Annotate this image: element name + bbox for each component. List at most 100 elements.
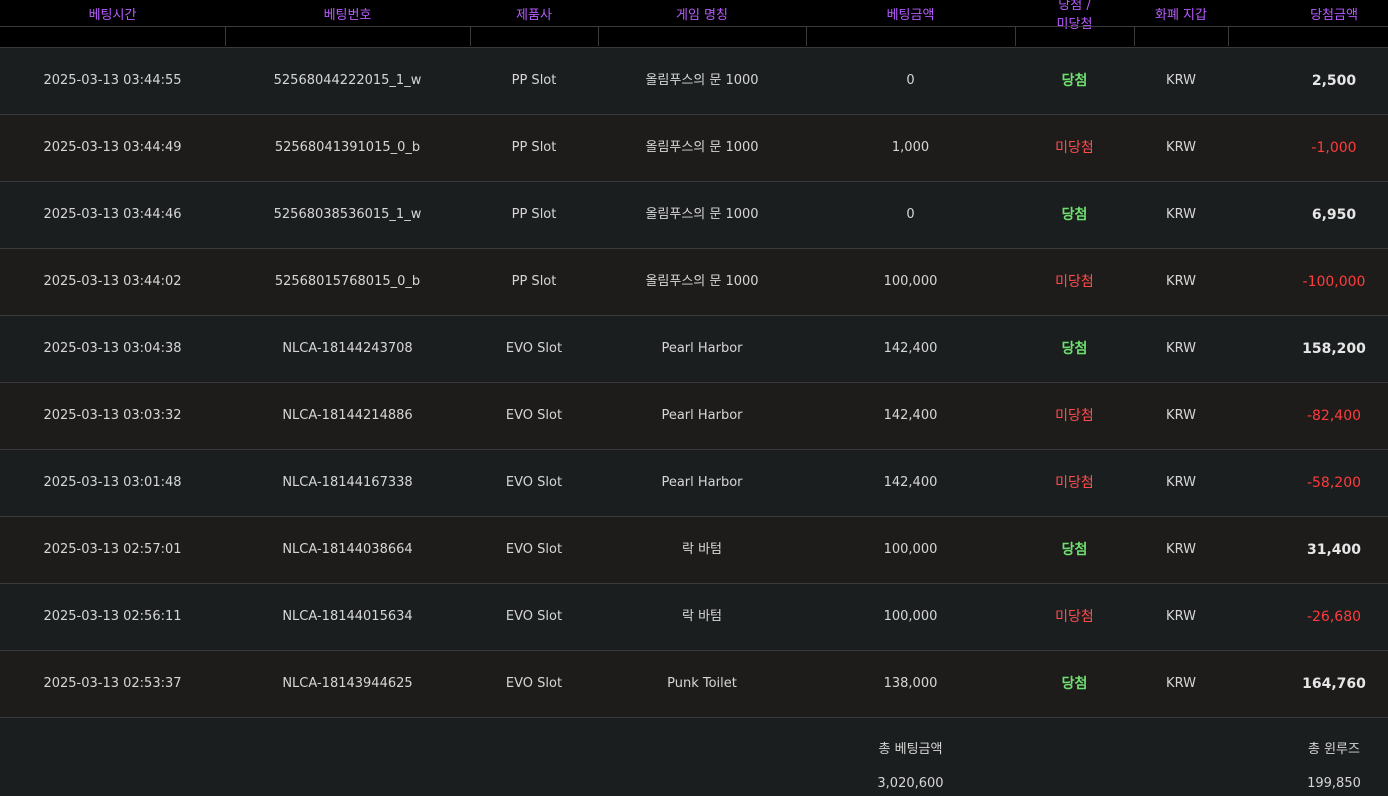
total-winloss-value: 199,850 [1307,776,1361,791]
header-divider [598,26,599,46]
cell-result: 당첨 [1061,73,1088,89]
cell-win-amount: -58,200 [1306,475,1362,491]
cell-result: 당첨 [1061,207,1088,223]
cell-game-name: Punk Toilet [667,676,737,691]
total-winloss-label: 총 윈루즈 [1308,742,1360,757]
cell-currency: KRW [1166,140,1196,155]
cell-bet-amount: 0 [906,73,915,88]
cell-game-name: 올림푸스의 문 1000 [645,274,759,289]
cell-provider: PP Slot [511,73,557,88]
cell-win-amount: 2,500 [1311,73,1357,89]
cell-currency: KRW [1166,73,1196,88]
cell-provider: EVO Slot [505,341,563,356]
cell-game-name: 올림푸스의 문 1000 [645,73,759,88]
cell-bet-amount: 100,000 [883,609,938,624]
cell-provider: PP Slot [511,274,557,289]
cell-game-name: 올림푸스의 문 1000 [645,140,759,155]
cell-bet-number: NLCA-18144015634 [282,609,413,624]
cell-currency: KRW [1166,676,1196,691]
table-header: 베팅시간 베팅번호 제품사 게임 명칭 베팅금액 당첨 / 미당첨 화폐 지갑 … [0,0,1388,48]
cell-bet-time: 2025-03-13 03:03:32 [43,408,182,423]
cell-win-amount: 164,760 [1302,676,1366,692]
table-row[interactable]: 2025-03-13 02:56:11 NLCA-18144015634 EVO S… [0,584,1388,651]
cell-game-name: Pearl Harbor [661,341,743,356]
cell-currency: KRW [1166,341,1196,356]
cell-bet-number: NLCA-18144243708 [282,341,413,356]
cell-win-amount: -82,400 [1306,408,1362,424]
table-row[interactable]: 2025-03-13 02:53:37 NLCA-18143944625 EVO S… [0,651,1388,718]
cell-result: 미당첨 [1055,140,1094,156]
cell-win-amount: -1,000 [1311,140,1357,156]
cell-bet-time: 2025-03-13 03:04:38 [43,341,182,356]
cell-win-amount: -100,000 [1302,274,1366,290]
cell-bet-number: NLCA-18143944625 [282,676,413,691]
cell-bet-number: NLCA-18144214886 [282,408,413,423]
cell-bet-amount: 100,000 [883,542,938,557]
cell-bet-time: 2025-03-13 03:44:02 [43,274,182,289]
cell-bet-time: 2025-03-13 03:44:46 [43,207,182,222]
table-row[interactable]: 2025-03-13 03:03:32 NLCA-18144214886 EVO S… [0,383,1388,450]
cell-bet-time: 2025-03-13 02:57:01 [43,542,182,557]
table-row[interactable]: 2025-03-13 03:04:38 NLCA-18144243708 EVO S… [0,316,1388,383]
cell-provider: PP Slot [511,140,557,155]
cell-win-amount: 158,200 [1302,341,1366,357]
cell-result: 미당첨 [1055,475,1094,491]
cell-win-amount: -26,680 [1306,609,1362,625]
header-result[interactable]: 당첨 / 미당첨 [1015,0,1134,45]
cell-result: 미당첨 [1055,274,1094,290]
total-bet-value: 3,020,600 [877,776,944,791]
cell-bet-time: 2025-03-13 02:56:11 [43,609,182,624]
cell-game-name: 올림푸스의 문 1000 [645,207,759,222]
cell-currency: KRW [1166,475,1196,490]
cell-bet-number: NLCA-18144167338 [282,475,413,490]
cell-bet-amount: 142,400 [883,408,938,423]
cell-provider: EVO Slot [505,609,563,624]
cell-currency: KRW [1166,207,1196,222]
cell-bet-number: 52568015768015_0_b [274,274,421,289]
cell-result: 미당첨 [1055,609,1094,625]
cell-game-name: Pearl Harbor [661,475,743,490]
cell-bet-amount: 142,400 [883,341,938,356]
cell-bet-number: 52568044222015_1_w [273,73,422,88]
cell-game-name: 락 바텀 [681,609,722,624]
cell-bet-number: 52568041391015_0_b [274,140,421,155]
cell-result: 당첨 [1061,341,1088,357]
header-divider [1228,26,1229,46]
table-footer: 총 베팅금액 3,020,600 총 윈루즈 199,850 [0,718,1388,796]
betting-history-table: 베팅시간 베팅번호 제품사 게임 명칭 베팅금액 당첨 / 미당첨 화폐 지갑 … [0,0,1388,796]
table-row[interactable]: 2025-03-13 03:44:55 52568044222015_1_w PP … [0,48,1388,115]
header-divider [225,26,226,46]
cell-provider: EVO Slot [505,408,563,423]
table-row[interactable]: 2025-03-13 03:01:48 NLCA-18144167338 EVO S… [0,450,1388,517]
cell-win-amount: 31,400 [1306,542,1362,558]
cell-currency: KRW [1166,609,1196,624]
header-divider [470,26,471,46]
cell-result: 당첨 [1061,676,1088,692]
cell-provider: PP Slot [511,207,557,222]
header-divider [1015,26,1016,46]
header-result-line2: 미당첨 [1056,17,1093,32]
cell-bet-amount: 1,000 [891,140,930,155]
cell-game-name: Pearl Harbor [661,408,743,423]
cell-bet-number: 52568038536015_1_w [273,207,422,222]
table-row[interactable]: 2025-03-13 03:44:02 52568015768015_0_b PP … [0,249,1388,316]
cell-bet-time: 2025-03-13 03:01:48 [43,475,182,490]
table-row[interactable]: 2025-03-13 03:44:49 52568041391015_0_b PP … [0,115,1388,182]
table-body: 2025-03-13 03:44:55 52568044222015_1_w PP … [0,48,1388,718]
cell-game-name: 락 바텀 [681,542,722,557]
cell-currency: KRW [1166,274,1196,289]
cell-provider: EVO Slot [505,542,563,557]
table-row[interactable]: 2025-03-13 02:57:01 NLCA-18144038664 EVO S… [0,517,1388,584]
total-bet-label: 총 베팅금액 [878,742,943,757]
cell-bet-time: 2025-03-13 02:53:37 [43,676,182,691]
table-row[interactable]: 2025-03-13 03:44:46 52568038536015_1_w PP … [0,182,1388,249]
cell-currency: KRW [1166,408,1196,423]
header-result-line1: 당첨 / [1058,0,1091,13]
cell-bet-amount: 138,000 [883,676,938,691]
cell-result: 당첨 [1061,542,1088,558]
header-divider [1134,26,1135,46]
cell-bet-time: 2025-03-13 03:44:49 [43,140,182,155]
cell-win-amount: 6,950 [1311,207,1357,223]
cell-bet-time: 2025-03-13 03:44:55 [43,73,182,88]
cell-bet-amount: 142,400 [883,475,938,490]
